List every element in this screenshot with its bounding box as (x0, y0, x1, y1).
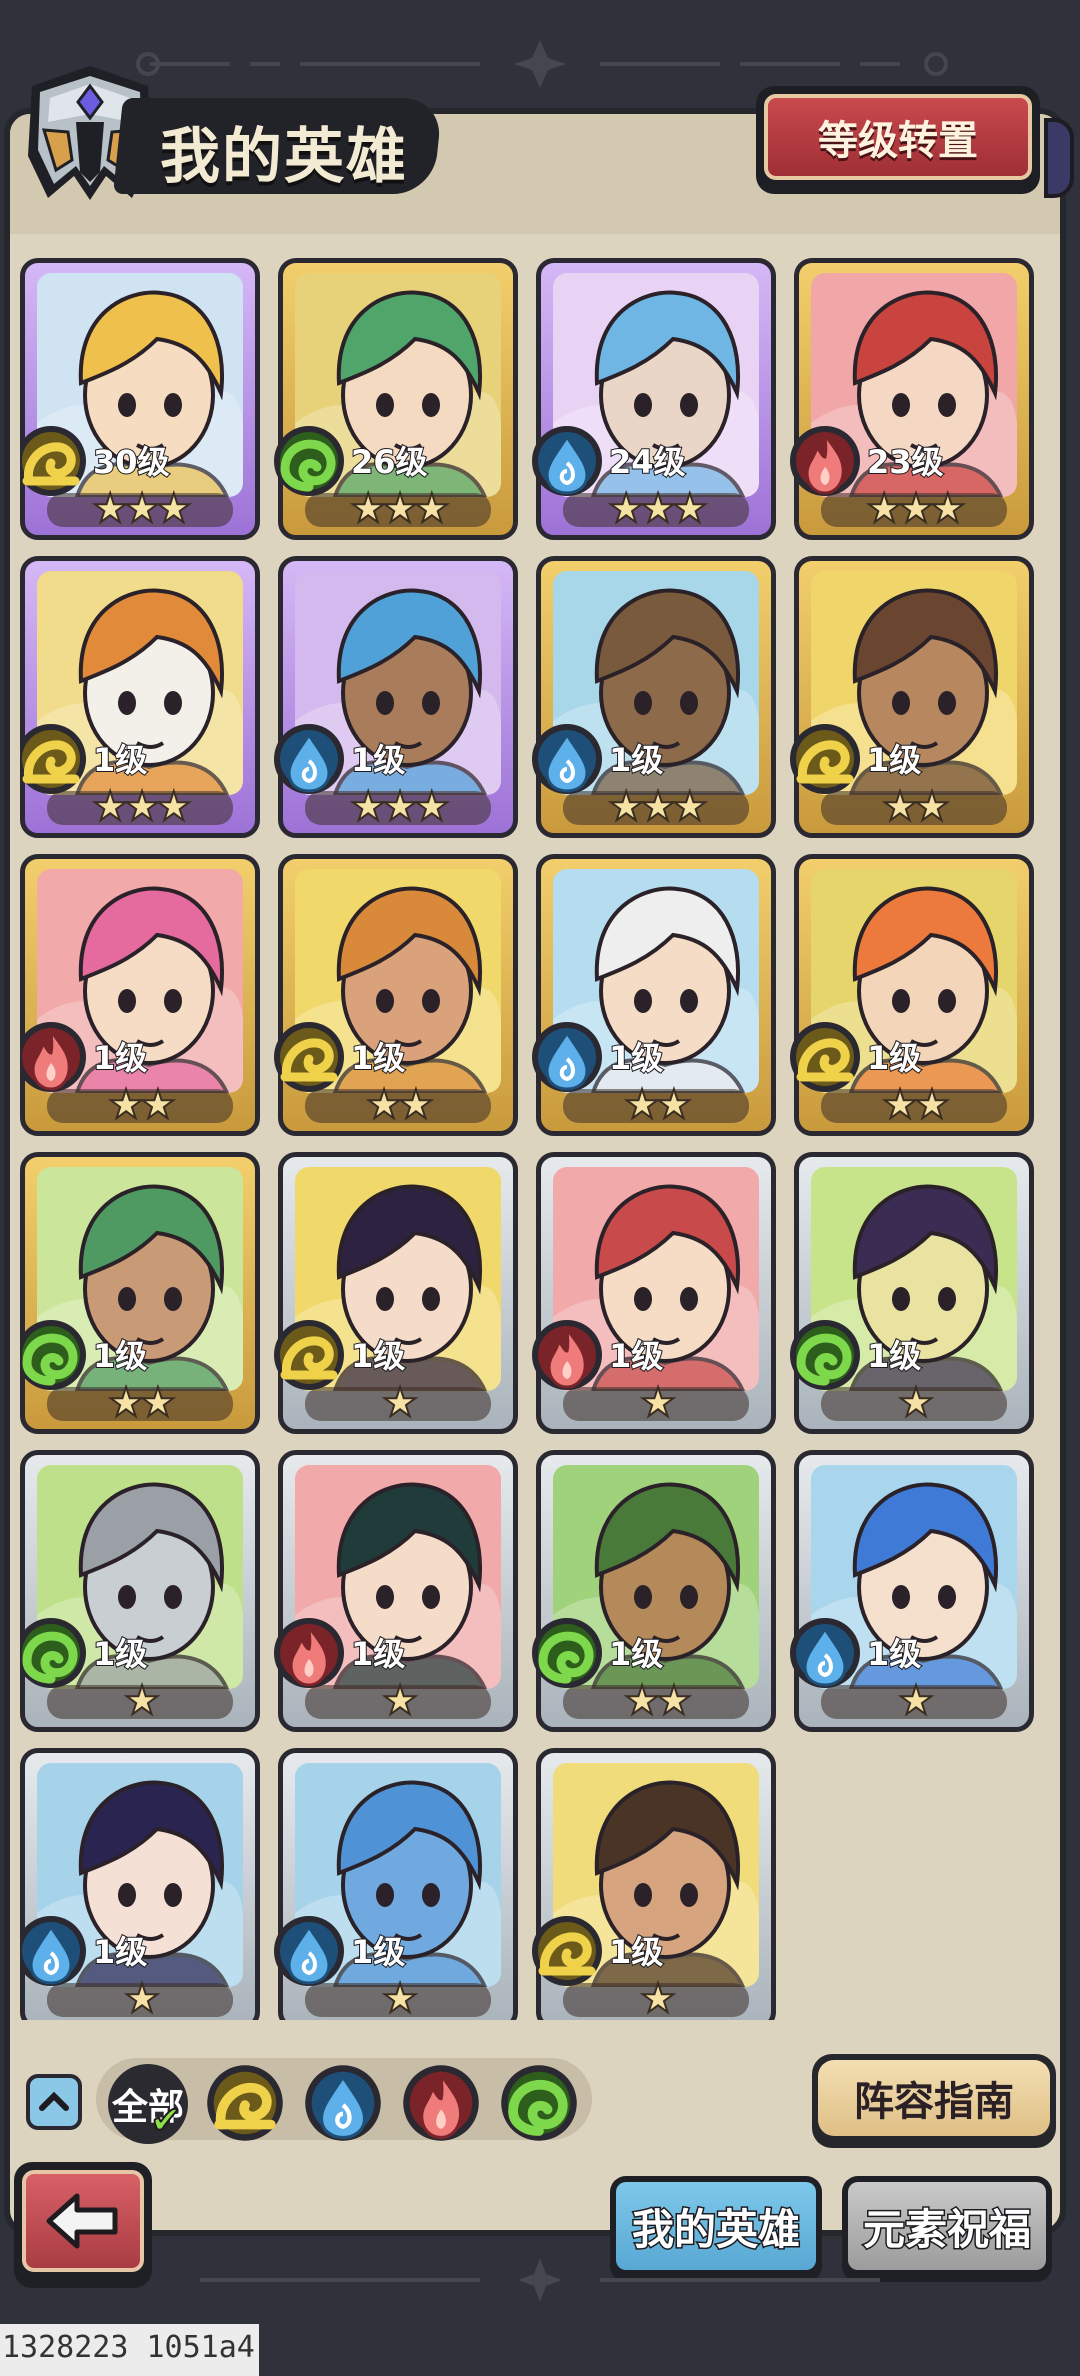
hero-level: 1级 (92, 1932, 148, 1972)
rank-transfer-button[interactable]: 等级转置 (756, 86, 1040, 194)
nature-element-icon (529, 1615, 605, 1691)
hero-level: 1级 (866, 1634, 922, 1674)
chevron-up-icon (39, 2091, 69, 2111)
game-screen: 我的英雄 等级转置 ★★★ 30级 ★★★ 26级 ★★★ 24级 ★★★ 23… (0, 0, 1080, 2376)
hero-card[interactable]: ★★★ 30级 (20, 258, 260, 540)
hero-level: 24级 (608, 442, 687, 482)
filter-nature-button[interactable] (498, 2062, 580, 2144)
earth-element-icon (787, 721, 863, 797)
collapse-filter-button[interactable] (26, 2074, 82, 2130)
hero-card[interactable]: ★★ 1级 (20, 854, 260, 1136)
hero-level: 1级 (350, 1336, 406, 1376)
hero-card[interactable]: ★★ 1级 (532, 854, 776, 1136)
hero-card[interactable]: ★★ 1级 (20, 1152, 260, 1434)
hero-card[interactable]: ★★★ 1级 (20, 556, 260, 838)
hero-level: 1级 (92, 740, 148, 780)
fire-element-icon (787, 423, 863, 499)
rank-transfer-label: 等级转置 (818, 118, 978, 164)
hero-level: 30级 (92, 442, 171, 482)
hero-card[interactable]: ★★ 1级 (274, 854, 518, 1136)
hero-level: 1级 (350, 1634, 406, 1674)
water-element-icon (271, 1913, 347, 1989)
hero-grid: ★★★ 30级 ★★★ 26级 ★★★ 24级 ★★★ 23级 ★★★ 1级 ★… (20, 258, 1064, 2020)
hero-level: 1级 (92, 1038, 148, 1078)
nature-element-icon (271, 423, 347, 499)
nature-element-icon (787, 1317, 863, 1393)
water-element-icon (271, 721, 347, 797)
hero-level: 1级 (92, 1336, 148, 1376)
earth-element-icon (271, 1317, 347, 1393)
filter-water-button[interactable] (302, 2062, 384, 2144)
hero-card[interactable]: ★ 1级 (274, 1152, 518, 1434)
earth-element-icon (529, 1913, 605, 1989)
hero-level: 1级 (608, 740, 664, 780)
earth-element-icon (20, 721, 89, 797)
hero-card[interactable]: ★★★ 1级 (274, 556, 518, 838)
hero-level: 1级 (866, 740, 922, 780)
water-element-icon (529, 721, 605, 797)
earth-element-icon (787, 1019, 863, 1095)
filter-earth-button[interactable] (204, 2062, 286, 2144)
tab-my-heroes-label: 我的英雄 (630, 2203, 801, 2255)
hero-card[interactable]: ★ 1级 (532, 1152, 776, 1434)
hero-card[interactable]: ★★★ 24级 (532, 258, 776, 540)
water-element-icon (529, 1019, 605, 1095)
hero-level: 1级 (866, 1038, 922, 1078)
fire-element-icon (20, 1019, 89, 1095)
hero-card[interactable]: ★★ 1级 (790, 556, 1034, 838)
nature-element-icon (20, 1317, 89, 1393)
earth-element-icon (271, 1019, 347, 1095)
hero-card[interactable]: ★★★ 23级 (790, 258, 1034, 540)
hero-level: 1级 (866, 1336, 922, 1376)
hero-card[interactable]: ★★★ 26级 (274, 258, 518, 540)
water-element-icon (787, 1615, 863, 1691)
tab-element-blessing-label: 元素祝福 (861, 2203, 1032, 2255)
hero-level: 1级 (608, 1634, 664, 1674)
hero-level: 1级 (608, 1336, 664, 1376)
hero-level: 23级 (866, 442, 945, 482)
lineup-guide-button[interactable]: 阵容指南 (812, 2054, 1056, 2148)
hero-card[interactable]: ★ 1级 (274, 1450, 518, 1732)
side-tab (1044, 118, 1074, 198)
hero-level: 1级 (608, 1932, 664, 1972)
hero-card[interactable]: ★★ 1级 (790, 854, 1034, 1136)
back-arrow-icon (46, 2193, 118, 2249)
fire-element-icon (271, 1615, 347, 1691)
hero-card[interactable]: ★ 1级 (274, 1748, 518, 2020)
nature-element-icon (20, 1615, 89, 1691)
page-title: 我的英雄 (160, 122, 408, 192)
lineup-guide-label: 阵容指南 (854, 2079, 1014, 2125)
hero-card[interactable]: ★ 1级 (20, 1748, 260, 2020)
filter-fire-button[interactable] (400, 2062, 482, 2144)
hero-card[interactable]: ★★ 1级 (532, 1450, 776, 1732)
bottom-decoration (200, 2258, 880, 2302)
filter-all-button[interactable]: 全部 ✔ (108, 2064, 188, 2144)
debug-label: 1328223 1051a4 (0, 2324, 259, 2376)
hero-level: 1级 (350, 1038, 406, 1078)
hero-level: 1级 (608, 1038, 664, 1078)
earth-element-icon (20, 423, 89, 499)
check-icon: ✔ (149, 2097, 183, 2143)
hero-card[interactable]: ★ 1级 (20, 1450, 260, 1732)
hero-level: 1级 (92, 1634, 148, 1674)
hero-level: 1级 (350, 1932, 406, 1972)
water-element-icon (529, 423, 605, 499)
hero-card[interactable]: ★ 1级 (790, 1152, 1034, 1434)
hero-level: 1级 (350, 740, 406, 780)
hero-card[interactable]: ★ 1级 (790, 1450, 1034, 1732)
fire-element-icon (529, 1317, 605, 1393)
hero-level: 26级 (350, 442, 429, 482)
water-element-icon (20, 1913, 89, 1989)
hero-card[interactable]: ★ 1级 (532, 1748, 776, 2020)
hero-card[interactable]: ★★★ 1级 (532, 556, 776, 838)
